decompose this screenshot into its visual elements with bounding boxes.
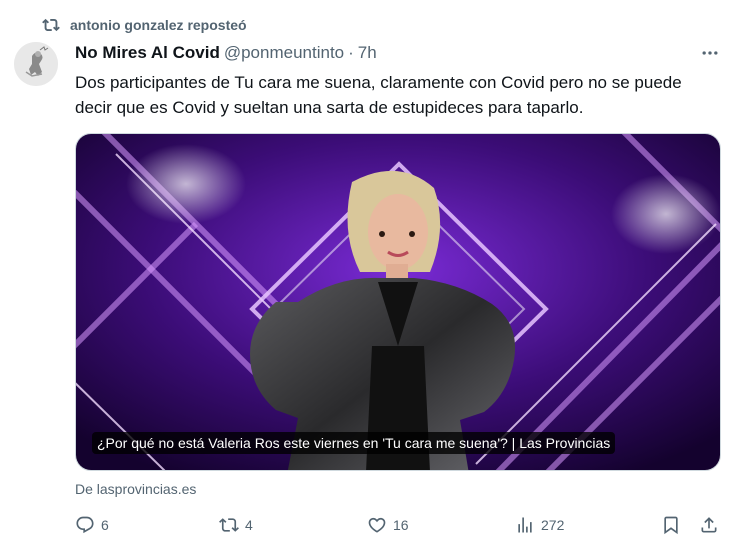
heart-icon bbox=[368, 517, 386, 533]
avatar[interactable] bbox=[14, 42, 58, 86]
tweet-header: No Mires Al Covid @ponmeuntinto · 7h bbox=[75, 42, 377, 64]
bookmark-icon bbox=[664, 516, 678, 535]
repost-count: 4 bbox=[245, 517, 253, 533]
bookmark-button[interactable] bbox=[661, 512, 681, 538]
like-button[interactable]: 16 bbox=[367, 512, 409, 538]
reply-icon bbox=[76, 516, 94, 534]
author-handle[interactable]: @ponmeuntinto bbox=[224, 43, 344, 63]
repost-label: antonio gonzalez reposteó bbox=[70, 17, 247, 33]
link-card[interactable]: ¿Por qué no está Valeria Ros este vierne… bbox=[75, 133, 721, 471]
share-icon bbox=[701, 517, 717, 533]
card-source[interactable]: De lasprovincias.es bbox=[75, 481, 196, 497]
reply-button[interactable]: 6 bbox=[75, 512, 109, 538]
repost-button[interactable]: 4 bbox=[219, 512, 253, 538]
separator: · bbox=[348, 43, 354, 62]
tweet-actions: 6 4 16 272 bbox=[75, 512, 725, 538]
avatar-image bbox=[14, 42, 58, 86]
tweet-text: Dos participantes de Tu cara me suena, c… bbox=[75, 73, 682, 117]
like-count: 16 bbox=[393, 517, 409, 533]
card-caption[interactable]: ¿Por qué no está Valeria Ros este vierne… bbox=[92, 432, 616, 454]
views-button[interactable]: 272 bbox=[515, 512, 564, 538]
more-icon bbox=[702, 51, 718, 55]
views-count: 272 bbox=[541, 517, 565, 533]
tweet-time[interactable]: 7h bbox=[358, 43, 377, 63]
repost-action-icon bbox=[219, 518, 239, 532]
author-name[interactable]: No Mires Al Covid bbox=[75, 43, 220, 63]
share-button[interactable] bbox=[699, 512, 719, 538]
views-icon bbox=[518, 517, 532, 533]
repost-header[interactable]: antonio gonzalez reposteó bbox=[42, 14, 247, 36]
reply-count: 6 bbox=[101, 517, 109, 533]
repost-icon bbox=[42, 18, 60, 32]
card-image bbox=[76, 134, 720, 470]
more-button[interactable] bbox=[698, 42, 722, 64]
